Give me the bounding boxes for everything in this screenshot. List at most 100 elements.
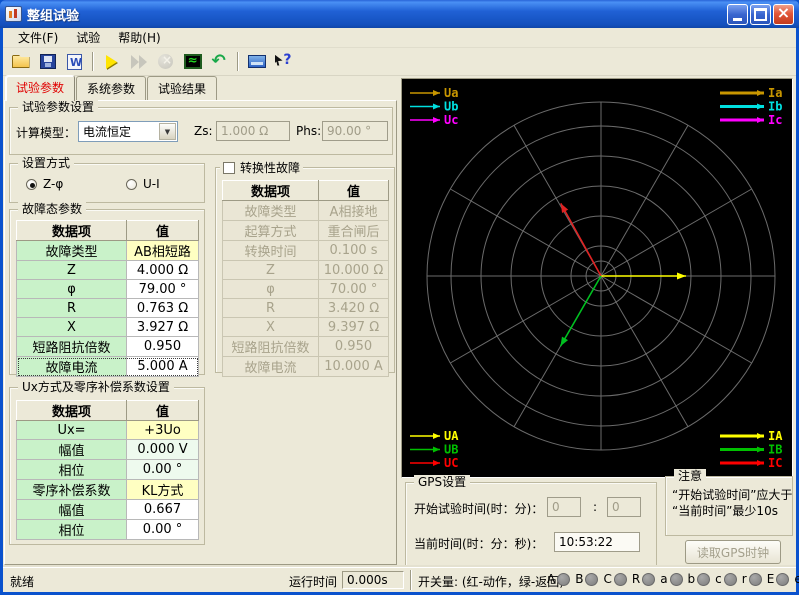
phs-label: Phs: [296, 124, 321, 138]
row-value[interactable]: KL方式 [127, 480, 199, 500]
tab-1[interactable]: 系统参数 [76, 76, 146, 100]
menu-item[interactable]: 文件(F) [9, 27, 67, 48]
open-file-button[interactable] [8, 50, 33, 73]
context-help-button[interactable] [271, 50, 296, 73]
tab-0[interactable]: 试验参数 [5, 75, 75, 101]
current-time-field[interactable] [554, 532, 640, 552]
row-value[interactable]: 3.927 Ω [127, 318, 199, 337]
row-label: φ [223, 280, 319, 299]
radio-option-0[interactable]: Z-φ [26, 177, 63, 191]
start-hour-field[interactable] [547, 497, 581, 517]
row-value: 0.100 s [319, 241, 389, 261]
row-value[interactable]: 5.000 A [127, 357, 199, 377]
menu-bar: 文件(F)试验帮助(H) [3, 28, 796, 48]
group-notice: 注意 “开始试验时间”应大于 “当前时间”最少10s [665, 476, 793, 536]
svg-text:IA: IA [768, 429, 783, 443]
column-header: 值 [127, 401, 199, 421]
row-value: 0.950 [319, 337, 389, 357]
runtime-value: 0.000s [342, 571, 404, 589]
zs-field[interactable] [216, 121, 290, 141]
group-fault-params: 故障态参数 数据项值故障类型AB相短路Z4.000 Ωφ79.00 °R0.76… [9, 209, 205, 375]
chevron-down-icon[interactable] [159, 123, 176, 140]
minimize-icon[interactable] [727, 4, 748, 25]
transition-fault-checkbox[interactable] [223, 162, 235, 174]
column-header: 数据项 [17, 221, 127, 241]
table-row: 相位0.00 ° [17, 460, 199, 480]
menu-item[interactable]: 试验 [67, 27, 109, 48]
switch-label: E [767, 572, 775, 586]
calc-model-select[interactable]: 电流恒定 [78, 121, 178, 142]
status-ready: 就绪 [10, 573, 34, 590]
tab-2[interactable]: 试验结果 [147, 76, 217, 100]
save-button[interactable] [35, 50, 60, 73]
radio-icon[interactable] [26, 179, 37, 190]
table-row: R3.420 Ω [223, 299, 389, 318]
column-header: 值 [127, 221, 199, 241]
row-value[interactable]: 79.00 ° [127, 280, 199, 299]
export-word-button[interactable] [62, 50, 87, 73]
row-value[interactable]: 0.950 [127, 337, 199, 357]
row-value: A相接地 [319, 201, 389, 221]
title-bar: 整组试验 [0, 0, 799, 28]
tab-strip: 试验参数系统参数试验结果 [5, 78, 218, 100]
waveform-button[interactable] [180, 50, 205, 73]
start-test-button[interactable] [99, 50, 124, 73]
table-row: Ux=+3Uo [17, 421, 199, 440]
table-row: 转换时间0.100 s [223, 241, 389, 261]
undo-button[interactable] [207, 50, 232, 73]
row-value[interactable]: 0.00 ° [127, 520, 199, 540]
device-button[interactable] [244, 50, 269, 73]
row-value: 10.000 Ω [319, 261, 389, 280]
phs-field[interactable] [322, 121, 388, 141]
export-word-icon [67, 54, 82, 70]
row-label: X [223, 318, 319, 337]
table-row: 幅值0.000 V [17, 440, 199, 460]
window-body: 文件(F)试验帮助(H) 试验参数系统参数试验结果 试验参数设置 计算模型： 电… [3, 28, 796, 592]
stop-button [153, 50, 178, 73]
row-label: R [223, 299, 319, 318]
table-row: 零序补偿系数KL方式 [17, 480, 199, 500]
row-value[interactable]: 0.667 [127, 500, 199, 520]
switch-indicator: e [794, 572, 799, 586]
row-value[interactable]: 0.00 ° [127, 460, 199, 480]
radio-icon[interactable] [126, 179, 137, 190]
group-title: 故障态参数 [18, 202, 86, 216]
row-value: 重合闸后 [319, 221, 389, 241]
close-icon[interactable] [773, 4, 794, 25]
read-gps-clock-button[interactable]: 读取GPS时钟 [685, 540, 781, 564]
group-test-param-settings: 试验参数设置 计算模型： 电流恒定 Zs: Phs: [9, 107, 393, 155]
start-minute-field[interactable] [607, 497, 641, 517]
column-header: 数据项 [17, 401, 127, 421]
maximize-icon[interactable] [750, 4, 771, 25]
toolbar-separator [237, 52, 239, 71]
row-label: Z [17, 261, 127, 280]
radio-option-1[interactable]: U-I [126, 177, 160, 191]
group-title: 注意 [674, 469, 706, 483]
row-value[interactable]: 0.000 V [127, 440, 199, 460]
switch-state-icon [776, 573, 789, 586]
row-label: φ [17, 280, 127, 299]
row-value: 10.000 A [319, 357, 389, 377]
status-bar: 就绪 运行时间 0.000s 开关量: (红-动作，绿-返回) ABCRabcr… [3, 567, 796, 592]
svg-text:UB: UB [444, 443, 458, 457]
row-label: 幅值 [17, 500, 127, 520]
stop-icon [158, 54, 173, 69]
svg-text:Ub: Ub [444, 100, 458, 114]
row-value[interactable]: 0.763 Ω [127, 299, 199, 318]
column-header: 数据项 [223, 181, 319, 201]
table-row: φ79.00 ° [17, 280, 199, 299]
table-row: φ70.00 ° [223, 280, 389, 299]
group-title: 试验参数设置 [18, 100, 98, 114]
switch-indicator: a [660, 572, 682, 586]
menu-item[interactable]: 帮助(H) [109, 27, 169, 48]
switch-indicator-list: ABCRabcrEe [547, 572, 799, 586]
app-window: 整组试验 文件(F)试验帮助(H) 试验参数系统参数试验结果 试验参数设置 计算… [0, 0, 799, 595]
device-icon [248, 55, 266, 68]
fast-forward-button [126, 50, 151, 73]
row-value[interactable]: 4.000 Ω [127, 261, 199, 280]
row-value[interactable]: +3Uo [127, 421, 199, 440]
row-label: 转换时间 [223, 241, 319, 261]
row-label: 相位 [17, 460, 127, 480]
row-value: 70.00 ° [319, 280, 389, 299]
row-value[interactable]: AB相短路 [127, 241, 199, 261]
